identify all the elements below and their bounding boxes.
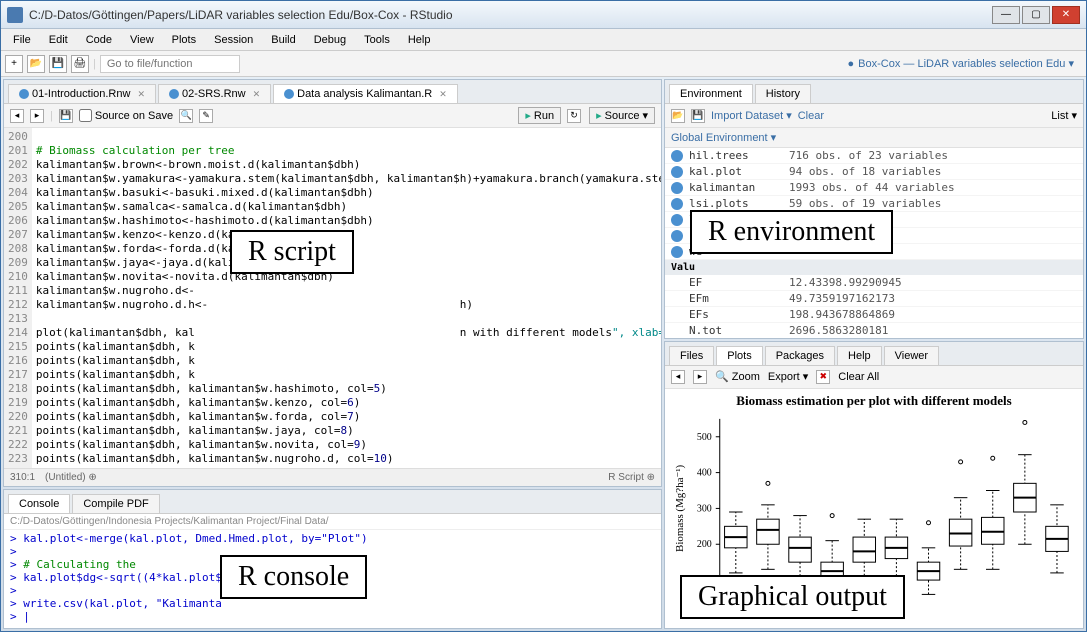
save-icon[interactable]: 💾 xyxy=(49,55,67,73)
env-value-row[interactable]: N.tot2696.5863280181 xyxy=(665,323,1083,338)
close-tab-icon[interactable]: ✕ xyxy=(439,89,447,100)
find-icon[interactable]: 🔍 xyxy=(179,109,193,123)
svg-text:500: 500 xyxy=(697,432,712,443)
menu-edit[interactable]: Edit xyxy=(41,32,76,48)
env-value-row[interactable]: EF12.43398.99290945 xyxy=(665,275,1083,291)
data-icon xyxy=(671,166,683,178)
menu-debug[interactable]: Debug xyxy=(306,32,354,48)
tab-files[interactable]: Files xyxy=(669,346,714,365)
zoom-button[interactable]: 🔍 Zoom xyxy=(715,370,760,383)
back-icon[interactable]: ◂ xyxy=(10,109,24,123)
menu-view[interactable]: View xyxy=(122,32,162,48)
annotation-r-script: R script xyxy=(230,230,354,274)
menu-code[interactable]: Code xyxy=(78,32,120,48)
tab-history[interactable]: History xyxy=(755,84,811,103)
menu-build[interactable]: Build xyxy=(263,32,303,48)
file-icon xyxy=(19,89,29,99)
annotation-graphical-output: Graphical output xyxy=(680,575,905,619)
forward-icon[interactable]: ▸ xyxy=(30,109,44,123)
source-tab[interactable]: Data analysis Kalimantan.R✕ xyxy=(273,84,458,103)
svg-text:400: 400 xyxy=(697,468,712,479)
tab-environment[interactable]: Environment xyxy=(669,84,753,103)
clear-env-button[interactable]: Clear xyxy=(798,110,824,122)
svg-text:200: 200 xyxy=(697,539,712,550)
save-workspace-icon[interactable]: 💾 xyxy=(691,109,705,123)
print-icon[interactable]: 🖨 xyxy=(71,55,89,73)
file-icon xyxy=(284,89,294,99)
data-icon xyxy=(671,230,683,242)
menu-session[interactable]: Session xyxy=(206,32,261,48)
run-button[interactable]: ▸Run xyxy=(518,107,561,124)
source-tab[interactable]: 02-SRS.Rnw✕ xyxy=(158,84,271,103)
remove-plot-icon[interactable]: ✖ xyxy=(816,370,830,384)
file-type: R Script ⊕ xyxy=(608,472,655,483)
env-data-row[interactable]: kal.plot94 obs. of 18 variables xyxy=(665,164,1083,180)
project-selector[interactable]: Box-Cox — LiDAR variables selection Edu … xyxy=(840,55,1083,72)
minimize-button[interactable]: — xyxy=(992,6,1020,24)
close-button[interactable]: ✕ xyxy=(1052,6,1080,24)
main-toolbar: + 📂 💾 🖨 | Box-Cox — LiDAR variables sele… xyxy=(1,51,1086,77)
data-icon xyxy=(671,150,683,162)
data-icon xyxy=(671,214,683,226)
tab-packages[interactable]: Packages xyxy=(765,346,835,365)
window-title: C:/D-Datos/Göttingen/Papers/LiDAR variab… xyxy=(29,8,992,22)
annotation-r-console: R console xyxy=(220,555,367,599)
source-pane: 01-Introduction.Rnw✕02-SRS.Rnw✕Data anal… xyxy=(3,79,662,487)
env-value-row[interactable]: EFm49.7359197162173 xyxy=(665,291,1083,307)
tab-plots[interactable]: Plots xyxy=(716,346,762,365)
plot-title: Biomass estimation per plot with differe… xyxy=(665,393,1083,409)
goto-input[interactable] xyxy=(100,55,240,73)
tab-viewer[interactable]: Viewer xyxy=(884,346,939,365)
annotation-r-environment: R environment xyxy=(690,210,893,254)
tab-console[interactable]: Console xyxy=(8,494,70,513)
titlebar: C:/D-Datos/Göttingen/Papers/LiDAR variab… xyxy=(1,1,1086,29)
load-workspace-icon[interactable]: 📂 xyxy=(671,109,685,123)
menu-plots[interactable]: Plots xyxy=(164,32,204,48)
data-icon xyxy=(671,182,683,194)
code-editor[interactable]: 2002012022032042052062072082092102112122… xyxy=(4,128,661,468)
save-source-icon[interactable]: 💾 xyxy=(59,109,73,123)
maximize-button[interactable]: ▢ xyxy=(1022,6,1050,24)
tab-compile-pdf[interactable]: Compile PDF xyxy=(72,494,159,513)
cursor-position: 310:1 xyxy=(10,472,35,483)
close-tab-icon[interactable]: ✕ xyxy=(137,89,145,100)
close-tab-icon[interactable]: ✕ xyxy=(253,89,261,100)
menu-file[interactable]: File xyxy=(5,32,39,48)
file-icon xyxy=(169,89,179,99)
prev-plot-icon[interactable]: ◂ xyxy=(671,370,685,384)
next-plot-icon[interactable]: ▸ xyxy=(693,370,707,384)
source-on-save-checkbox[interactable]: Source on Save xyxy=(79,109,173,122)
env-data-row[interactable]: hil.trees716 obs. of 23 variables xyxy=(665,148,1083,164)
env-value-row[interactable]: EFs198.943678864869 xyxy=(665,307,1083,323)
open-file-icon[interactable]: 📂 xyxy=(27,55,45,73)
source-button[interactable]: ▸Source ▾ xyxy=(589,107,655,124)
svg-text:300: 300 xyxy=(697,504,712,515)
menubar: FileEditCodeViewPlotsSessionBuildDebugTo… xyxy=(1,29,1086,51)
menu-help[interactable]: Help xyxy=(400,32,439,48)
svg-text:Biomass (Mg?ha⁻¹): Biomass (Mg?ha⁻¹) xyxy=(674,465,686,552)
menu-tools[interactable]: Tools xyxy=(356,32,398,48)
tab-help[interactable]: Help xyxy=(837,346,882,365)
export-button[interactable]: Export ▾ xyxy=(768,370,808,383)
environment-pane: Environment History 📂 💾 Import Dataset ▾… xyxy=(664,79,1084,339)
list-view-button[interactable]: List ▾ xyxy=(1051,109,1077,122)
import-dataset-button[interactable]: Import Dataset ▾ xyxy=(711,109,792,122)
clear-all-button[interactable]: Clear All xyxy=(838,371,879,383)
new-file-icon[interactable]: + xyxy=(5,55,23,73)
data-icon xyxy=(671,246,683,258)
wand-icon[interactable]: ✎ xyxy=(199,109,213,123)
rstudio-icon xyxy=(7,7,23,23)
env-scope-selector[interactable]: Global Environment ▾ xyxy=(671,131,776,144)
source-tab[interactable]: 01-Introduction.Rnw✕ xyxy=(8,84,156,103)
console-working-dir: C:/D-Datos/Göttingen/Indonesia Projects/… xyxy=(4,514,661,530)
env-data-row[interactable]: kalimantan1993 obs. of 44 variables xyxy=(665,180,1083,196)
data-icon xyxy=(671,198,683,210)
rerun-icon[interactable]: ↻ xyxy=(567,109,581,123)
source-tabs: 01-Introduction.Rnw✕02-SRS.Rnw✕Data anal… xyxy=(4,80,661,104)
